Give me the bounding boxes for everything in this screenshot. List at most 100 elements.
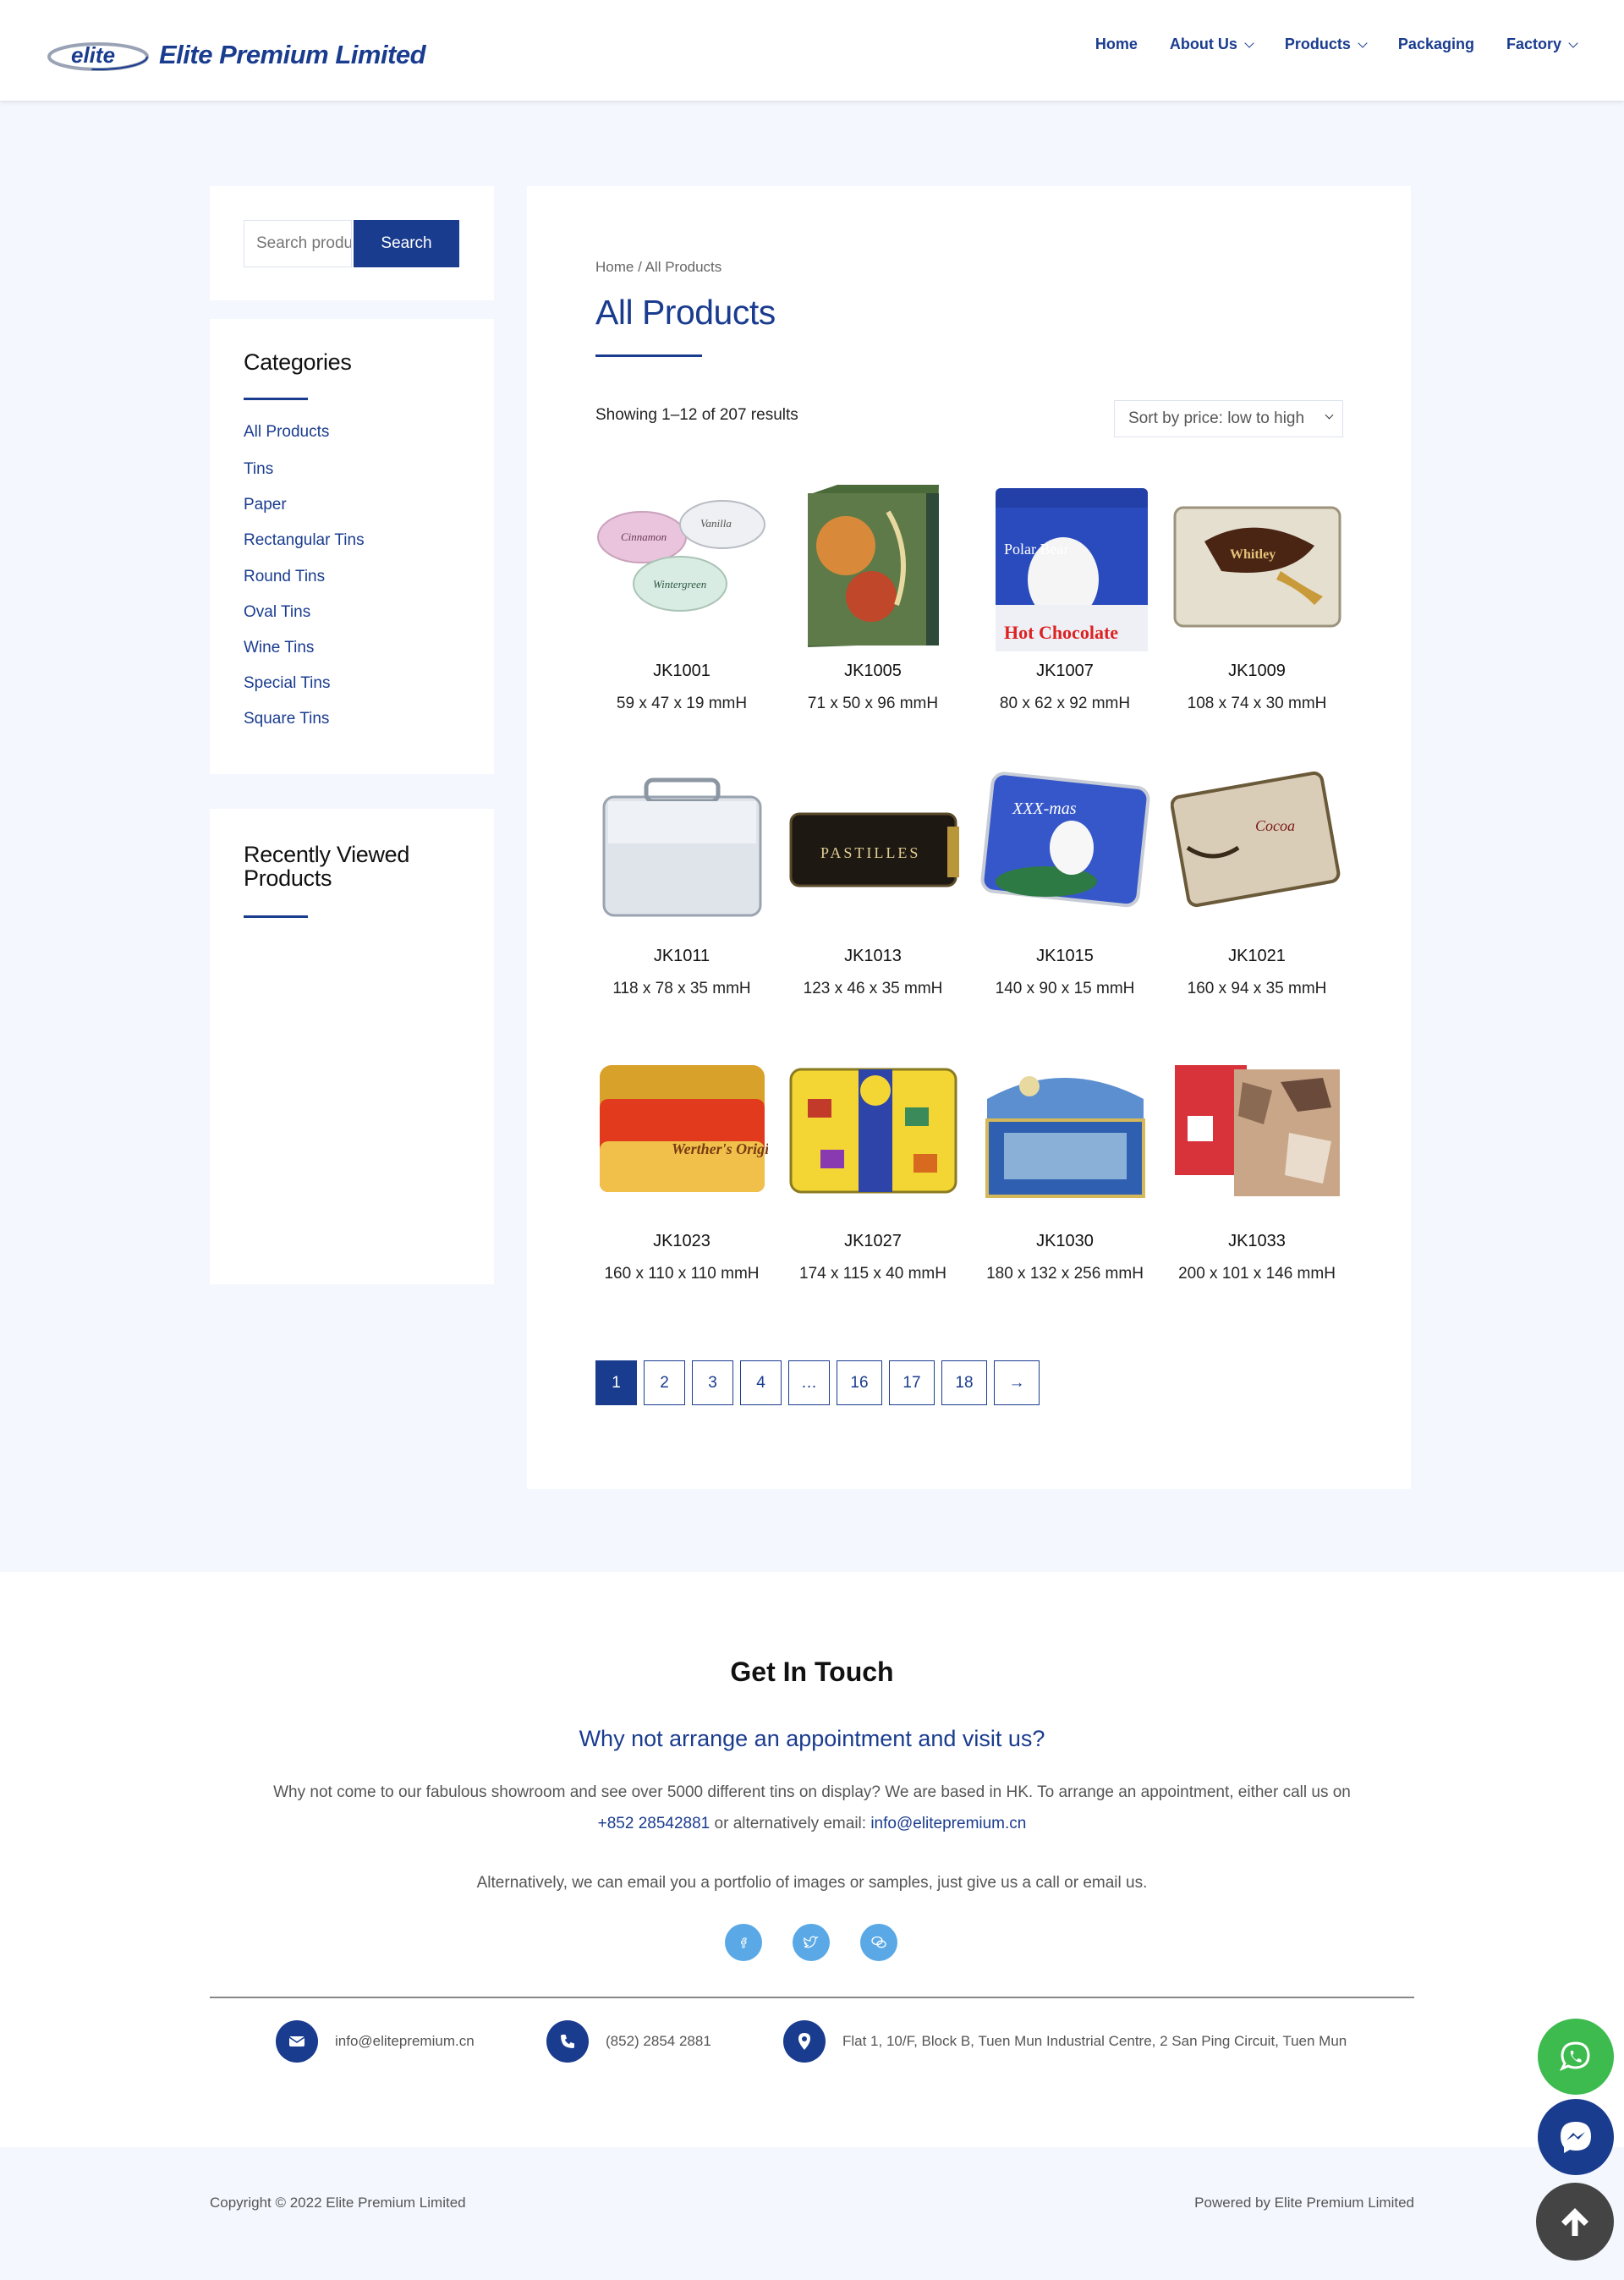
next-page-link[interactable]: →	[994, 1360, 1040, 1405]
product-card[interactable]: Cinnamon Vanilla Wintergreen JK1001 59 x…	[595, 478, 768, 713]
chevron-down-icon	[1325, 410, 1334, 420]
product-sku[interactable]: JK1001	[595, 662, 768, 681]
product-sku[interactable]: JK1013	[787, 947, 959, 966]
contact-phone-text: (852) 2854 2881	[606, 2033, 711, 2049]
product-dimensions: 160 x 110 x 110 mmH	[604, 1265, 760, 1283]
site-logo[interactable]: elite Elite Premium Limited	[47, 34, 426, 76]
product-card[interactable]: JK1005 71 x 50 x 96 mmH	[787, 478, 959, 713]
copyright-text: Copyright © 2022 Elite Premium Limited	[210, 2195, 466, 2211]
main-nav: Home About Us Products Packaging Factory	[1063, 36, 1578, 53]
product-search-input[interactable]	[244, 220, 352, 267]
page-17-link[interactable]: 17	[889, 1360, 935, 1405]
nav-packaging[interactable]: Packaging	[1398, 36, 1474, 53]
product-sku[interactable]: JK1027	[787, 1232, 959, 1251]
product-grid: Cinnamon Vanilla Wintergreen JK1001 59 x…	[595, 478, 1343, 1345]
nav-products[interactable]: Products	[1284, 36, 1368, 53]
chat-social-button[interactable]	[860, 1924, 897, 1961]
sort-selected-value: Sort by price: low to high	[1128, 409, 1305, 427]
category-round-tins[interactable]: Round Tins	[244, 569, 365, 604]
map-pin-icon	[783, 2020, 826, 2063]
product-card[interactable]: JK1030 180 x 132 x 256 mmH	[979, 1048, 1151, 1283]
product-dimensions: 174 x 115 x 40 mmH	[799, 1265, 946, 1283]
title-underline	[244, 915, 308, 918]
product-image-travel-case-tin[interactable]	[787, 1048, 959, 1226]
product-dimensions: 59 x 47 x 19 mmH	[616, 695, 748, 712]
page-4-link[interactable]: 4	[740, 1360, 782, 1405]
product-sku[interactable]: JK1007	[979, 662, 1151, 681]
contact-email[interactable]: info@elitepremium.cn	[276, 2020, 475, 2063]
phone-icon	[546, 2020, 589, 2063]
svg-text:Werther's Original: Werther's Original	[672, 1140, 768, 1157]
product-image-pastilles-tin[interactable]: PASTILLES	[787, 763, 959, 941]
product-image-silver-case-tin[interactable]	[595, 763, 768, 941]
product-dimensions: 180 x 132 x 256 mmH	[986, 1265, 1144, 1283]
product-card[interactable]: Polar Bear Hot Chocolate JK1007 80 x 62 …	[979, 478, 1151, 713]
chat-bubbles-icon	[871, 1936, 886, 1948]
page-3-link[interactable]: 3	[692, 1360, 733, 1405]
twitter-icon	[804, 1936, 819, 1948]
product-image-camo-tins[interactable]	[1171, 1048, 1343, 1226]
product-sku[interactable]: JK1011	[595, 947, 768, 966]
product-image-hot-chocolate-tin[interactable]: Polar Bear Hot Chocolate	[979, 478, 1151, 656]
product-image-cream-tin[interactable]: Whitley	[1171, 478, 1343, 656]
footer-divider	[210, 1997, 1414, 1998]
product-sku[interactable]: JK1009	[1171, 662, 1343, 681]
nav-products-label: Products	[1284, 36, 1351, 52]
product-dimensions: 200 x 101 x 146 mmH	[1178, 1265, 1336, 1283]
product-sku[interactable]: JK1005	[787, 662, 959, 681]
product-image-xmas-tin[interactable]: XXX-mas	[979, 763, 1151, 941]
sort-select[interactable]: Sort by price: low to high	[1114, 400, 1343, 437]
product-sku[interactable]: JK1030	[979, 1232, 1151, 1251]
product-image-blue-chest-tin[interactable]	[979, 1048, 1151, 1226]
email-link[interactable]: info@elitepremium.cn	[870, 1815, 1026, 1832]
breadcrumb[interactable]: Home / All Products	[595, 259, 721, 276]
nav-home[interactable]: Home	[1095, 36, 1138, 53]
product-card[interactable]: JK1027 174 x 115 x 40 mmH	[787, 1048, 959, 1283]
svg-text:Whitley: Whitley	[1230, 547, 1276, 562]
page-16-link[interactable]: 16	[837, 1360, 882, 1405]
phone-link[interactable]: +852 28542881	[598, 1815, 710, 1832]
product-sku[interactable]: JK1023	[595, 1232, 768, 1251]
product-card[interactable]: Werther's Original JK1023 160 x 110 x 11…	[595, 1048, 789, 1283]
powered-by-text: Powered by Elite Premium Limited	[1194, 2195, 1414, 2211]
product-sku[interactable]: JK1033	[1171, 1232, 1343, 1251]
product-card[interactable]: Cocoa JK1021 160 x 94 x 35 mmH	[1170, 763, 1343, 998]
nav-factory[interactable]: Factory	[1506, 36, 1578, 53]
category-wine-tins[interactable]: Wine Tins	[244, 640, 365, 675]
category-all-products[interactable]: All Products	[244, 424, 365, 461]
product-sku[interactable]: JK1021	[1171, 947, 1343, 966]
page-2-link[interactable]: 2	[644, 1360, 685, 1405]
product-card[interactable]: PASTILLES JK1013 123 x 46 x 35 mmH	[787, 763, 959, 998]
product-card[interactable]: XXX-mas JK1015 140 x 90 x 15 mmH	[979, 763, 1151, 998]
product-image-cocoa-tin[interactable]: Cocoa	[1170, 763, 1343, 941]
twitter-social-button[interactable]	[793, 1924, 830, 1961]
product-image-floral-tin[interactable]	[787, 478, 959, 656]
product-card[interactable]: Whitley JK1009 108 x 74 x 30 mmH	[1171, 478, 1343, 713]
copyright-bar	[0, 2147, 1624, 2280]
product-sku[interactable]: JK1015	[979, 947, 1151, 966]
contact-address-text: Flat 1, 10/F, Block B, Tuen Mun Industri…	[842, 2033, 1347, 2049]
page-1-current: 1	[595, 1360, 637, 1405]
category-paper[interactable]: Paper	[244, 497, 365, 532]
site-header: elite Elite Premium Limited Home About U…	[0, 0, 1624, 102]
facebook-social-button[interactable]	[725, 1924, 762, 1961]
category-tins[interactable]: Tins	[244, 461, 365, 497]
svg-text:Cocoa: Cocoa	[1255, 817, 1295, 834]
page-18-link[interactable]: 18	[941, 1360, 987, 1405]
category-special-tins[interactable]: Special Tins	[244, 675, 365, 711]
product-card[interactable]: JK1033 200 x 101 x 146 mmH	[1171, 1048, 1343, 1283]
portfolio-paragraph: Alternatively, we can email you a portfo…	[476, 1874, 1148, 1892]
nav-about-us[interactable]: About Us	[1170, 36, 1254, 53]
messenger-floating-button[interactable]	[1538, 2099, 1614, 2175]
product-image-werthers-tin[interactable]: Werther's Original	[595, 1048, 789, 1226]
category-square-tins[interactable]: Square Tins	[244, 711, 365, 746]
category-oval-tins[interactable]: Oval Tins	[244, 604, 365, 640]
product-card[interactable]: JK1011 118 x 78 x 35 mmH	[595, 763, 768, 998]
whatsapp-floating-button[interactable]	[1538, 2019, 1614, 2095]
category-rectangular-tins[interactable]: Rectangular Tins	[244, 532, 365, 568]
contact-phone[interactable]: (852) 2854 2881	[546, 2020, 711, 2063]
back-to-top-button[interactable]	[1536, 2183, 1614, 2261]
search-button[interactable]: Search	[354, 220, 459, 267]
svg-text:PASTILLES: PASTILLES	[820, 844, 920, 861]
product-image-mint-tins[interactable]: Cinnamon Vanilla Wintergreen	[595, 478, 768, 656]
